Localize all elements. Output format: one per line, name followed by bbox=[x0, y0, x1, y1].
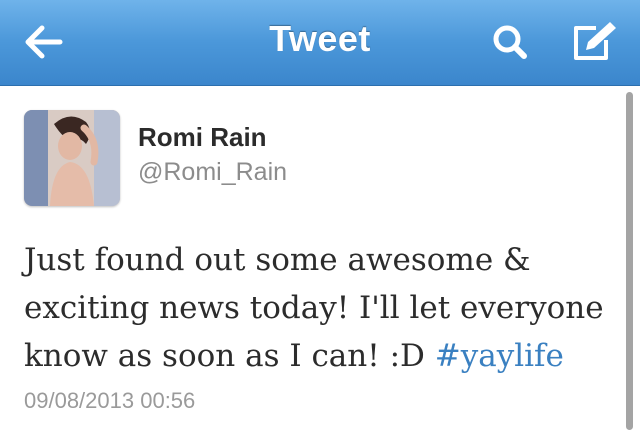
compose-icon bbox=[574, 22, 616, 60]
tweet-timestamp: 09/08/2013 00:56 bbox=[24, 388, 196, 413]
nav-title: Tweet bbox=[269, 18, 371, 59]
compose-button[interactable] bbox=[566, 18, 622, 66]
profile-photo bbox=[24, 110, 120, 206]
tweet-detail: Romi Rain @Romi_Rain Just found out some… bbox=[0, 86, 640, 430]
avatar[interactable] bbox=[24, 110, 120, 206]
search-icon bbox=[493, 25, 527, 59]
author-handle[interactable]: @Romi_Rain bbox=[138, 158, 287, 187]
navigation-bar: Tweet bbox=[0, 0, 640, 86]
hashtag-link[interactable]: #yaylife bbox=[435, 338, 564, 374]
scrollbar[interactable] bbox=[626, 92, 633, 430]
author-display-name[interactable]: Romi Rain bbox=[138, 122, 267, 153]
tweet-text: Just found out some awesome & exciting n… bbox=[24, 236, 614, 380]
search-button[interactable] bbox=[486, 20, 536, 64]
